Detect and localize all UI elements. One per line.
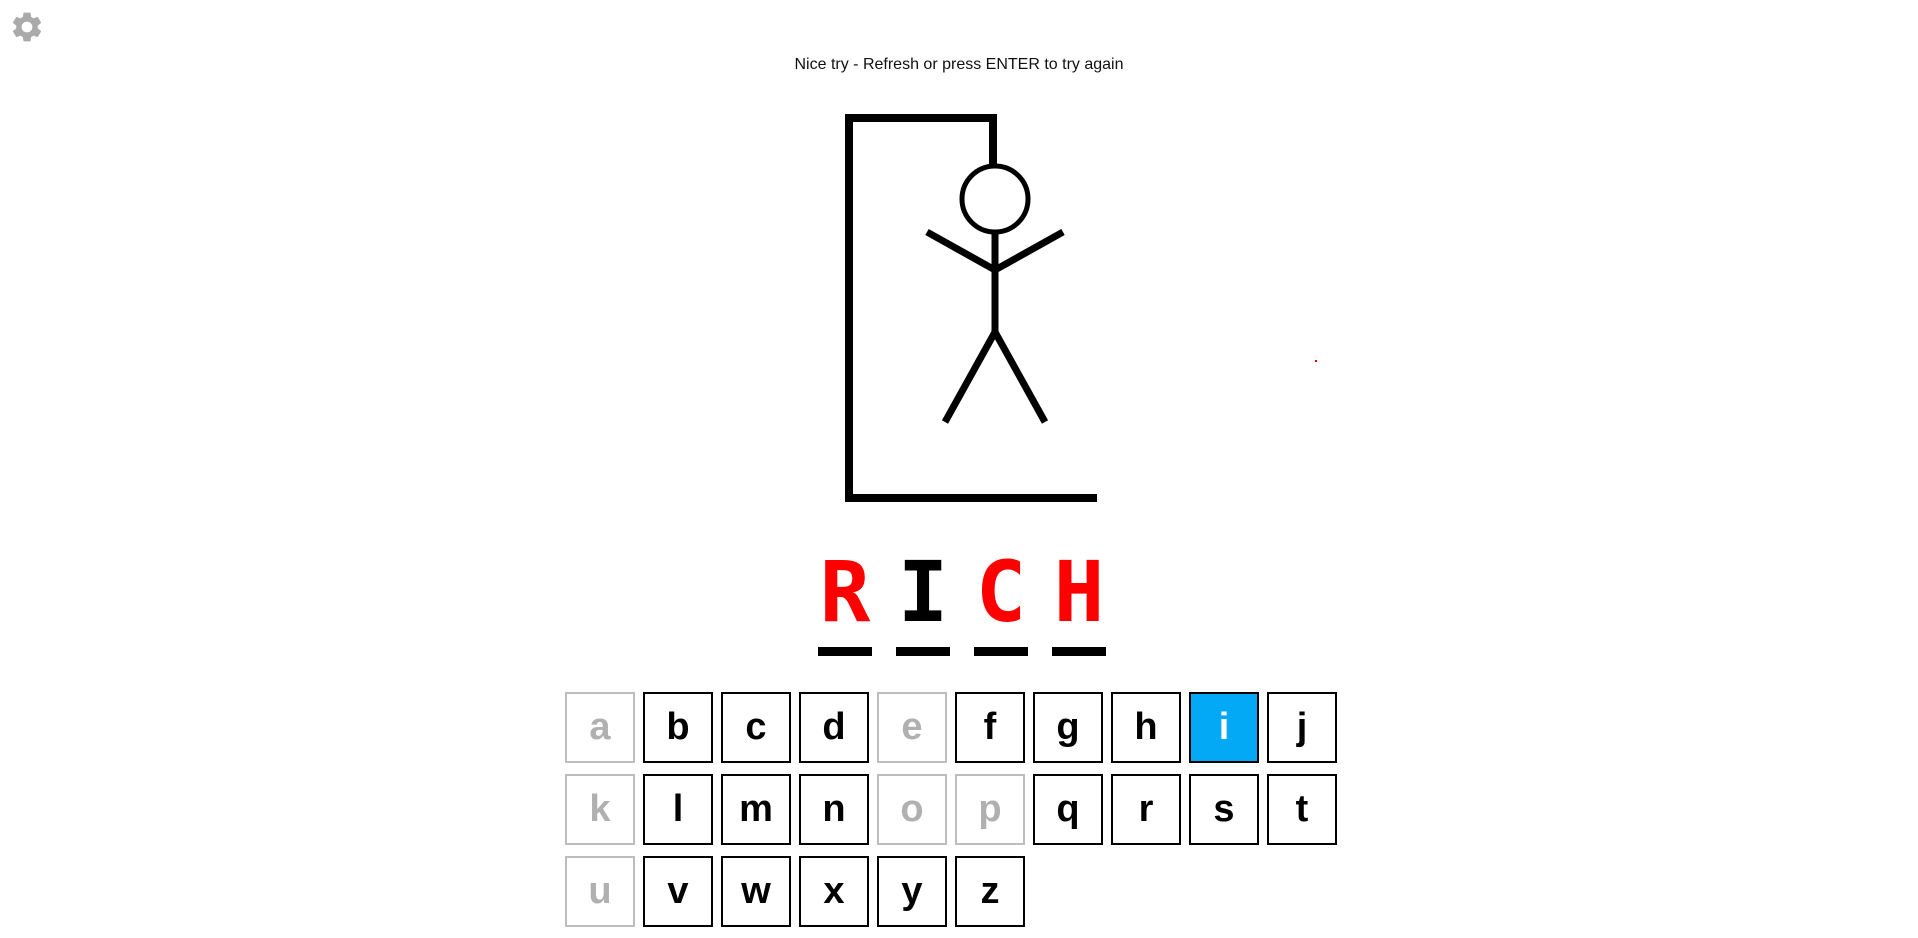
key-j[interactable]: j xyxy=(1267,692,1337,763)
keyboard-row: u v w x y z xyxy=(565,856,1405,931)
hangman-right-leg xyxy=(991,330,1049,424)
key-p[interactable]: p xyxy=(955,774,1025,845)
hangman-left-leg xyxy=(941,330,999,424)
gear-icon xyxy=(12,12,42,42)
key-e[interactable]: e xyxy=(877,692,947,763)
word-display: R I C H xyxy=(818,548,1130,656)
letter-slot: H xyxy=(1052,548,1106,656)
hangman-head xyxy=(959,163,1031,235)
hangman-drawing xyxy=(845,114,1097,502)
letter-underline xyxy=(818,647,872,656)
letter-underline xyxy=(974,647,1028,656)
key-i[interactable]: i xyxy=(1189,692,1259,763)
settings-button[interactable] xyxy=(9,9,45,45)
key-u[interactable]: u xyxy=(565,856,635,927)
key-z[interactable]: z xyxy=(955,856,1025,927)
word-letter: H xyxy=(1053,543,1105,641)
key-h[interactable]: h xyxy=(1111,692,1181,763)
key-o[interactable]: o xyxy=(877,774,947,845)
letter-underline xyxy=(896,647,950,656)
key-f[interactable]: f xyxy=(955,692,1025,763)
word-letter: I xyxy=(897,543,949,641)
key-a[interactable]: a xyxy=(565,692,635,763)
hangman-right-arm xyxy=(993,228,1065,274)
word-letter: R xyxy=(819,543,871,641)
letter-slot: C xyxy=(974,548,1028,656)
key-r[interactable]: r xyxy=(1111,774,1181,845)
key-m[interactable]: m xyxy=(721,774,791,845)
key-y[interactable]: y xyxy=(877,856,947,927)
letter-keyboard: a b c d e f g h i j k l m n o p q r s t … xyxy=(565,692,1405,938)
letter-underline xyxy=(1052,647,1106,656)
key-l[interactable]: l xyxy=(643,774,713,845)
status-message: Nice try - Refresh or press ENTER to try… xyxy=(794,56,1124,73)
letter-slot: I xyxy=(896,548,950,656)
key-t[interactable]: t xyxy=(1267,774,1337,845)
hangman-left-arm xyxy=(925,228,997,274)
key-q[interactable]: q xyxy=(1033,774,1103,845)
key-w[interactable]: w xyxy=(721,856,791,927)
key-x[interactable]: x xyxy=(799,856,869,927)
key-s[interactable]: s xyxy=(1189,774,1259,845)
key-v[interactable]: v xyxy=(643,856,713,927)
keyboard-row: a b c d e f g h i j xyxy=(565,692,1405,767)
key-g[interactable]: g xyxy=(1033,692,1103,763)
key-b[interactable]: b xyxy=(643,692,713,763)
letter-slot: R xyxy=(818,548,872,656)
key-k[interactable]: k xyxy=(565,774,635,845)
word-letter: C xyxy=(975,543,1027,641)
key-n[interactable]: n xyxy=(799,774,869,845)
key-c[interactable]: c xyxy=(721,692,791,763)
keyboard-row: k l m n o p q r s t xyxy=(565,774,1405,849)
stray-dot xyxy=(1315,360,1317,362)
key-d[interactable]: d xyxy=(799,692,869,763)
